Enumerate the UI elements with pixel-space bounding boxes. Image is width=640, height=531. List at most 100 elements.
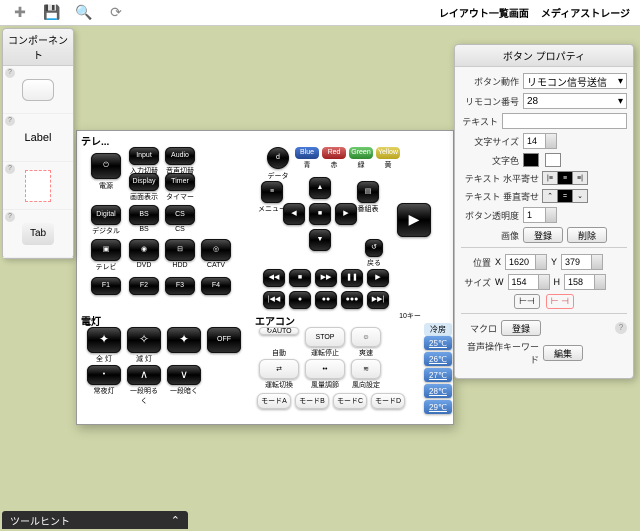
- btn-f3[interactable]: F3: [165, 277, 195, 295]
- btn-light-dim[interactable]: ✧: [127, 327, 161, 353]
- btn-light-off[interactable]: OFF: [207, 327, 241, 353]
- btn-blue[interactable]: Blue: [295, 147, 319, 159]
- btn-catv[interactable]: ◎: [201, 239, 231, 261]
- btn-ac-dir[interactable]: ≋: [351, 359, 381, 379]
- btn-macro-register[interactable]: 登録: [501, 320, 541, 336]
- btn-mode-c[interactable]: モードC: [333, 393, 367, 409]
- btn-stop[interactable]: ■: [289, 269, 311, 287]
- refresh-icon[interactable]: ⟳: [104, 1, 128, 25]
- btn-ac-swap[interactable]: ⇄: [259, 359, 299, 379]
- help-icon[interactable]: ?: [615, 322, 627, 334]
- btn-temp-26[interactable]: 26℃: [424, 352, 452, 366]
- select-action[interactable]: リモコン信号送信▾: [523, 73, 627, 89]
- btn-power[interactable]: ⏻: [91, 153, 121, 179]
- link-icon[interactable]: ⊢⊣: [514, 294, 540, 309]
- btn-input[interactable]: Input: [129, 147, 159, 165]
- component-label[interactable]: Label: [25, 132, 52, 144]
- btn-skipfwd[interactable]: ▶▶|: [367, 291, 389, 309]
- spin-fontsize[interactable]: 14: [523, 133, 557, 149]
- btn-down[interactable]: ▼: [309, 229, 331, 251]
- btn-guide[interactable]: ▤: [357, 181, 379, 203]
- btn-bs[interactable]: BS: [129, 205, 159, 225]
- help-icon[interactable]: ?: [5, 68, 15, 78]
- help-icon[interactable]: ?: [5, 212, 15, 222]
- halign-center[interactable]: ≡: [557, 171, 573, 185]
- btn-ac-stop[interactable]: STOP: [305, 327, 345, 347]
- spin-opacity[interactable]: 1: [523, 207, 557, 223]
- btn-image-delete[interactable]: 削除: [567, 227, 607, 243]
- btn-temp-27[interactable]: 27℃: [424, 368, 452, 382]
- btn-tv[interactable]: ▣: [91, 239, 121, 261]
- btn-rec3[interactable]: ●●●: [341, 291, 363, 309]
- btn-rec1[interactable]: ●: [289, 291, 311, 309]
- btn-voice-edit[interactable]: 編集: [543, 345, 583, 361]
- input-text[interactable]: [502, 113, 627, 129]
- spin-y[interactable]: 379: [561, 254, 603, 270]
- valign-bottom[interactable]: ⌄: [572, 189, 588, 203]
- btn-f4[interactable]: F4: [201, 277, 231, 295]
- swatch-black[interactable]: [523, 153, 539, 167]
- btn-dvd[interactable]: ◉: [129, 239, 159, 261]
- add-icon[interactable]: ✚: [8, 1, 32, 25]
- btn-ac-vol[interactable]: ••: [305, 359, 345, 379]
- spin-h[interactable]: 158: [564, 274, 606, 290]
- btn-mode-d[interactable]: モードD: [371, 393, 405, 409]
- btn-temp-29[interactable]: 29℃: [424, 400, 452, 414]
- btn-yellow[interactable]: Yellow: [376, 147, 400, 159]
- btn-red[interactable]: Red: [322, 147, 346, 159]
- btn-light-all[interactable]: ✦: [87, 327, 121, 353]
- btn-d[interactable]: d: [267, 147, 289, 169]
- halign-right[interactable]: ≡|: [572, 171, 588, 185]
- btn-mode-b[interactable]: モードB: [295, 393, 329, 409]
- spin-x[interactable]: 1620: [505, 254, 547, 270]
- btn-ok[interactable]: ■: [309, 203, 331, 225]
- valign-top[interactable]: ⌃: [542, 189, 558, 203]
- btn-hdd[interactable]: ⊟: [165, 239, 195, 261]
- btn-image-register[interactable]: 登録: [523, 227, 563, 243]
- help-icon[interactable]: ?: [5, 164, 15, 174]
- btn-display[interactable]: Display: [129, 173, 159, 191]
- btn-timer[interactable]: Timer: [165, 173, 195, 191]
- btn-ac-auto[interactable]: ↻AUTO: [259, 327, 299, 335]
- spin-w[interactable]: 154: [508, 274, 550, 290]
- select-remote[interactable]: 28▾: [523, 93, 627, 109]
- help-icon[interactable]: ?: [5, 116, 15, 126]
- unlink-icon[interactable]: ⊢ ⊣: [546, 294, 574, 309]
- btn-audio[interactable]: Audio: [165, 147, 195, 165]
- btn-skipback[interactable]: |◀◀: [263, 291, 285, 309]
- btn-light-aux[interactable]: ✦: [167, 327, 201, 353]
- valign-middle[interactable]: =: [557, 189, 573, 203]
- btn-right[interactable]: ▶: [335, 203, 357, 225]
- component-button[interactable]: [22, 79, 54, 101]
- swatch-white[interactable]: [545, 153, 561, 167]
- btn-temp-25[interactable]: 25℃: [424, 336, 452, 350]
- btn-green[interactable]: Green: [349, 147, 373, 159]
- btn-f1[interactable]: F1: [91, 277, 121, 295]
- btn-up[interactable]: ▲: [309, 177, 331, 199]
- halign-left[interactable]: |≡: [542, 171, 558, 185]
- btn-temp-28[interactable]: 28℃: [424, 384, 452, 398]
- save-icon[interactable]: 💾: [40, 1, 64, 25]
- btn-menu[interactable]: ≡: [261, 181, 283, 203]
- btn-cs[interactable]: CS: [165, 205, 195, 225]
- btn-digital[interactable]: Digital: [91, 205, 121, 225]
- zoom-icon[interactable]: 🔍: [72, 1, 96, 25]
- link-media-storage[interactable]: メディアストレージ: [541, 5, 630, 20]
- component-tab[interactable]: Tab: [22, 223, 54, 245]
- btn-ac-good[interactable]: ☺: [351, 327, 381, 347]
- link-layout-list[interactable]: レイアウト一覧画面: [439, 5, 529, 20]
- btn-darker[interactable]: ∨: [167, 365, 201, 385]
- btn-nightlight[interactable]: •: [87, 365, 121, 385]
- btn-brighter[interactable]: ∧: [127, 365, 161, 385]
- btn-play-big[interactable]: ▶: [397, 203, 431, 237]
- btn-rew[interactable]: ◀◀: [263, 269, 285, 287]
- btn-f2[interactable]: F2: [129, 277, 159, 295]
- btn-back[interactable]: ↺: [365, 239, 383, 257]
- toolhint-bar[interactable]: ツールヒント ⌃: [2, 511, 188, 529]
- btn-pause[interactable]: ❚❚: [341, 269, 363, 287]
- btn-play[interactable]: ▶: [367, 269, 389, 287]
- btn-ff[interactable]: ▶▶: [315, 269, 337, 287]
- layout-canvas[interactable]: テレ... ⏻ 電源 Input 入力切替 Audio 音声切替 Display…: [76, 130, 454, 425]
- btn-rec2[interactable]: ●●: [315, 291, 337, 309]
- btn-left[interactable]: ◀: [283, 203, 305, 225]
